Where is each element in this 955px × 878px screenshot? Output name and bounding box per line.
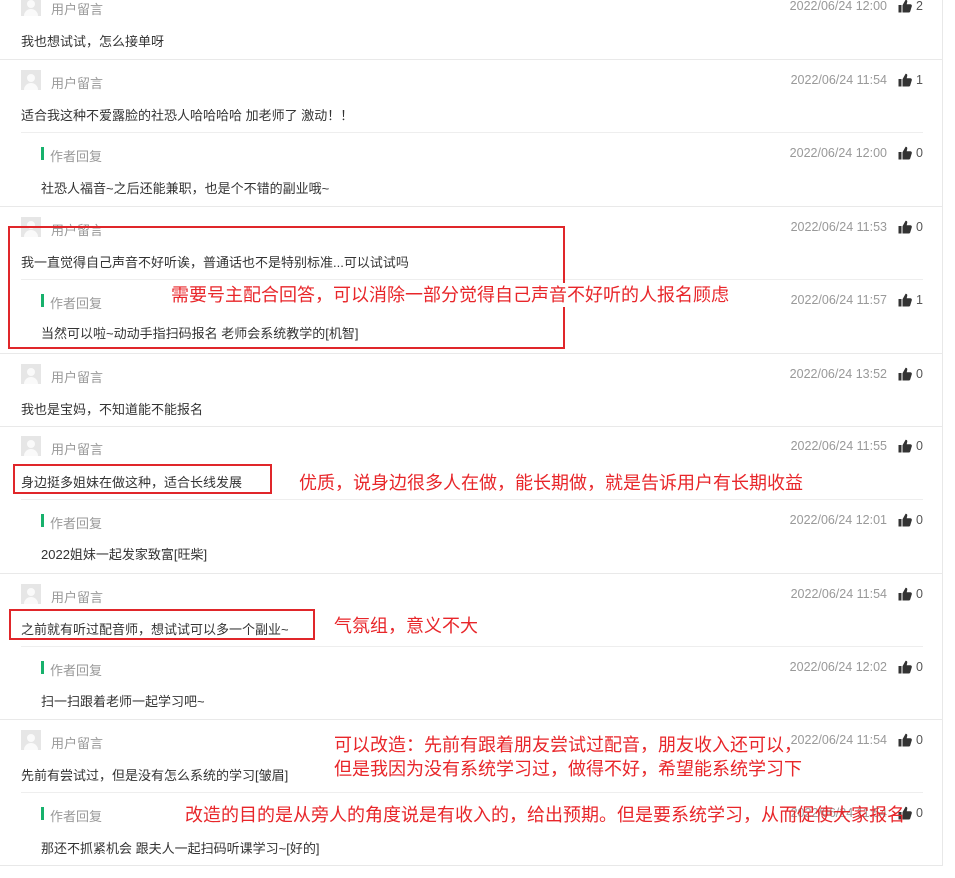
reply-text: 2022姐妹一起发家致富[旺柴] xyxy=(41,547,208,562)
thumbs-up-icon[interactable] xyxy=(898,660,912,674)
comment-thread: 用户留言 2022/06/24 11:54 0 之前就有听过配音师，想试试可以多… xyxy=(0,574,943,720)
thumbs-up-icon[interactable] xyxy=(898,0,912,13)
comment-text: 我也想试试，怎么接单呀 xyxy=(21,34,165,49)
comment-time: 2022/06/24 11:54 xyxy=(790,587,887,601)
annotation-note: 气氛组，意义不大 xyxy=(334,616,478,636)
like-count: 0 xyxy=(916,146,923,160)
like-count: 0 xyxy=(916,220,923,234)
reply-marker xyxy=(41,661,44,674)
comment-text: 适合我这种不爱露脸的社恐人哈哈哈哈 加老师了 激动！！ xyxy=(21,108,354,123)
annotation-note: 可以改造：先前有跟着朋友尝试过配音，朋友收入还可以， xyxy=(334,735,802,755)
comment-time: 2022/06/24 11:53 xyxy=(790,220,887,234)
reply-marker xyxy=(41,514,44,527)
reply-label: 作者回复 xyxy=(50,663,103,678)
comment-time: 2022/06/24 11:54 xyxy=(790,733,887,747)
reply-time: 2022/06/24 11:57 xyxy=(790,293,887,307)
reply-text: 那还不抓紧机会 跟夫人一起扫码听课学习~[好的] xyxy=(41,841,320,856)
thumbs-up-icon[interactable] xyxy=(898,439,912,453)
comment-header: 用户留言 2022/06/24 11:54 0 xyxy=(0,581,943,611)
comment-time: 2022/06/24 11:55 xyxy=(790,439,887,453)
annotation-note: 改造的目的是从旁人的角度说是有收入的，给出预期。但是要系统学习，从而促使大家报名 xyxy=(185,805,905,825)
comment-header: 用户留言 2022/06/24 12:00 2 xyxy=(0,0,943,23)
comment-time: 2022/06/24 13:52 xyxy=(789,367,887,381)
like-count: 0 xyxy=(916,587,923,601)
reply-text: 扫一扫跟着老师一起学习吧~ xyxy=(41,694,205,709)
thumbs-up-icon[interactable] xyxy=(898,733,912,747)
comment-thread: 用户留言 2022/06/24 13:52 0 我也是宝妈，不知道能不能报名 xyxy=(0,354,943,427)
reply-header: 作者回复 2022/06/24 12:00 0 xyxy=(0,140,943,170)
annotation-note: 需要号主配合回答，可以消除一部分觉得自己声音不好听的人报名顾虑 xyxy=(171,283,729,307)
avatar-icon[interactable] xyxy=(21,364,41,384)
comment-text: 我也是宝妈，不知道能不能报名 xyxy=(21,402,204,417)
like-count: 0 xyxy=(916,806,923,820)
reply-label: 作者回复 xyxy=(50,149,103,164)
commenter-name: 用户留言 xyxy=(51,2,104,17)
thumbs-up-icon[interactable] xyxy=(898,220,912,234)
annotation-note: 优质，说身边很多人在做，能长期做，就是告诉用户有长期收益 xyxy=(299,473,803,493)
like-count: 0 xyxy=(916,660,923,674)
reply-marker xyxy=(41,147,44,160)
avatar-icon[interactable] xyxy=(21,0,41,16)
comment-thread: 用户留言 2022/06/24 12:00 2 我也想试试，怎么接单呀 xyxy=(0,0,943,60)
like-count: 1 xyxy=(916,293,923,307)
reply-time: 2022/06/24 12:01 xyxy=(789,513,887,527)
like-count: 0 xyxy=(916,367,923,381)
commenter-name: 用户留言 xyxy=(51,76,104,91)
reply-header: 作者回复 2022/06/24 12:02 0 xyxy=(0,654,943,684)
commenter-name: 用户留言 xyxy=(51,442,104,457)
comment-header: 用户留言 2022/06/24 13:52 0 xyxy=(0,361,943,391)
reply-label: 作者回复 xyxy=(50,809,103,824)
comment-thread: 用户留言 2022/06/24 11:55 0 身边挺多姐妹在做这种，适合长线发… xyxy=(0,427,943,574)
commenter-name: 用户留言 xyxy=(51,590,104,605)
avatar-icon[interactable] xyxy=(21,730,41,750)
commenter-name: 用户留言 xyxy=(51,370,104,385)
avatar-icon[interactable] xyxy=(21,70,41,90)
like-count: 0 xyxy=(916,733,923,747)
thumbs-up-icon[interactable] xyxy=(898,367,912,381)
like-count: 0 xyxy=(916,439,923,453)
divider xyxy=(21,792,923,793)
avatar-icon[interactable] xyxy=(21,584,41,604)
reply-label: 作者回复 xyxy=(50,516,103,531)
reply-marker xyxy=(41,807,44,820)
thumbs-up-icon[interactable] xyxy=(898,587,912,601)
divider xyxy=(21,646,923,647)
annotation-note: 但是我因为没有系统学习过，做得不好，希望能系统学习下 xyxy=(334,759,802,779)
highlight-box xyxy=(13,464,272,494)
avatar-icon[interactable] xyxy=(21,436,41,456)
reply-time: 2022/06/24 12:00 xyxy=(789,146,887,160)
reply-header: 作者回复 2022/06/24 12:01 0 xyxy=(0,507,943,537)
highlight-box xyxy=(9,609,315,640)
thumbs-up-icon[interactable] xyxy=(898,146,912,160)
comment-time: 2022/06/24 11:54 xyxy=(790,73,887,87)
thumbs-up-icon[interactable] xyxy=(898,513,912,527)
like-count: 2 xyxy=(916,0,923,13)
thumbs-up-icon[interactable] xyxy=(898,73,912,87)
comment-header: 用户留言 2022/06/24 11:54 1 xyxy=(0,67,943,97)
comment-time: 2022/06/24 12:00 xyxy=(789,0,887,13)
like-count: 0 xyxy=(916,513,923,527)
commenter-name: 用户留言 xyxy=(51,736,104,751)
reply-text: 社恐人福音~之后还能兼职，也是个不错的副业哦~ xyxy=(41,181,330,196)
comment-header: 用户留言 2022/06/24 11:55 0 xyxy=(0,433,943,463)
comment-thread: 用户留言 2022/06/24 11:54 1 适合我这种不爱露脸的社恐人哈哈哈… xyxy=(0,60,943,207)
divider xyxy=(21,132,923,133)
divider xyxy=(21,499,923,500)
like-count: 1 xyxy=(916,73,923,87)
thumbs-up-icon[interactable] xyxy=(898,293,912,307)
comment-text: 先前有尝试过，但是没有怎么系统的学习[皱眉] xyxy=(21,768,289,783)
reply-time: 2022/06/24 12:02 xyxy=(789,660,887,674)
